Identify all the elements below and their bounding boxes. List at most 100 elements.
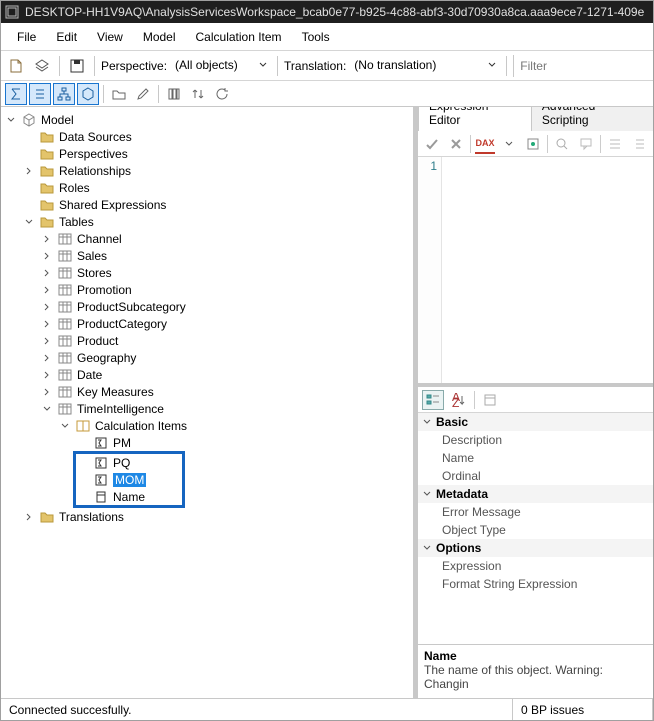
- tree-node-data-sources[interactable]: Data Sources: [23, 128, 413, 145]
- property-icon[interactable]: [523, 134, 543, 154]
- tree-node-calc-item[interactable]: PM: [77, 434, 413, 451]
- collapse-icon[interactable]: [23, 216, 35, 228]
- tree-node-calc-item[interactable]: PQ: [77, 454, 182, 471]
- tree-node-table[interactable]: Date: [41, 366, 413, 383]
- menu-edit[interactable]: Edit: [48, 26, 85, 48]
- expand-icon[interactable]: [41, 250, 53, 262]
- view-toolbar: [1, 81, 653, 107]
- expression-editor[interactable]: 1: [418, 157, 653, 387]
- sigma-icon[interactable]: [5, 83, 27, 105]
- tree-node-table[interactable]: Stores: [41, 264, 413, 281]
- prop-row-ordinal[interactable]: Ordinal: [418, 467, 653, 485]
- cube-icon[interactable]: [77, 83, 99, 105]
- chevron-down-icon[interactable]: [499, 134, 519, 154]
- table-icon: [57, 334, 73, 348]
- expand-icon[interactable]: [41, 335, 53, 347]
- dax-mode-label[interactable]: DAX: [475, 134, 495, 154]
- tree-node-shared-expressions[interactable]: Shared Expressions: [23, 196, 413, 213]
- columns-icon[interactable]: [163, 83, 185, 105]
- prop-row-description[interactable]: Description: [418, 431, 653, 449]
- sort-icon[interactable]: [187, 83, 209, 105]
- indent-icon[interactable]: [605, 134, 625, 154]
- filter-input[interactable]: Filter: [513, 55, 649, 77]
- translation-combo[interactable]: Translation: (No translation): [284, 56, 500, 75]
- tab-advanced-scripting[interactable]: Advanced Scripting: [531, 107, 653, 131]
- model-explorer[interactable]: Model Data Sources Perspectives Relation…: [1, 107, 417, 698]
- tree-node-table[interactable]: Channel: [41, 230, 413, 247]
- menu-tools[interactable]: Tools: [294, 26, 338, 48]
- prop-row-format-string-expression[interactable]: Format String Expression: [418, 575, 653, 593]
- property-pages-icon[interactable]: [479, 390, 501, 410]
- list-icon[interactable]: [29, 83, 51, 105]
- menu-calculation-item[interactable]: Calculation Item: [188, 26, 290, 48]
- prop-row-name[interactable]: Name: [418, 449, 653, 467]
- right-pane: Expression Editor Advanced Scripting DAX…: [417, 107, 653, 698]
- collapse-icon[interactable]: [5, 114, 17, 126]
- expand-icon[interactable]: [41, 352, 53, 364]
- menu-view[interactable]: View: [89, 26, 131, 48]
- expand-icon[interactable]: [41, 267, 53, 279]
- hierarchy-icon[interactable]: [53, 83, 75, 105]
- prop-row-object-type[interactable]: Object Type: [418, 521, 653, 539]
- tree-node-table[interactable]: Key Measures: [41, 383, 413, 400]
- tree-node-perspectives[interactable]: Perspectives: [23, 145, 413, 162]
- tree-node-calc-item-selected[interactable]: MOM: [77, 471, 182, 488]
- table-icon: [57, 300, 73, 314]
- tree-node-table[interactable]: Geography: [41, 349, 413, 366]
- prop-category-metadata[interactable]: Metadata: [418, 485, 653, 503]
- search-icon[interactable]: [552, 134, 572, 154]
- tree-node-table[interactable]: Sales: [41, 247, 413, 264]
- tree-node-model[interactable]: Model: [5, 111, 413, 128]
- collapse-icon[interactable]: [422, 417, 432, 427]
- accept-icon[interactable]: [422, 134, 442, 154]
- expand-icon[interactable]: [41, 318, 53, 330]
- folder-view-icon[interactable]: [108, 83, 130, 105]
- collapse-icon[interactable]: [422, 543, 432, 553]
- tree-node-calc-items[interactable]: Calculation Items: [59, 417, 413, 434]
- tree-node-table[interactable]: Promotion: [41, 281, 413, 298]
- tree-node-relationships[interactable]: Relationships: [23, 162, 413, 179]
- collapse-icon[interactable]: [59, 420, 71, 432]
- expand-icon[interactable]: [41, 369, 53, 381]
- categorized-icon[interactable]: [422, 390, 444, 410]
- category-label: Basic: [436, 415, 468, 429]
- deploy-icon[interactable]: [31, 55, 53, 77]
- property-help-text: The name of this object. Warning: Changi…: [424, 663, 647, 691]
- collapse-icon[interactable]: [41, 403, 53, 415]
- expand-icon[interactable]: [41, 386, 53, 398]
- menu-model[interactable]: Model: [135, 26, 184, 48]
- uncomment-icon[interactable]: [629, 134, 649, 154]
- tree-node-table[interactable]: Product: [41, 332, 413, 349]
- tree-node-roles[interactable]: Roles: [23, 179, 413, 196]
- comment-icon[interactable]: [576, 134, 596, 154]
- expand-icon[interactable]: [41, 233, 53, 245]
- property-grid[interactable]: Basic Description Name Ordinal Metadata …: [418, 413, 653, 644]
- window-title: DESKTOP-HH1V9AQ\AnalysisServicesWorkspac…: [25, 5, 644, 19]
- tree-node-table[interactable]: ProductCategory: [41, 315, 413, 332]
- new-file-icon[interactable]: [5, 55, 27, 77]
- refresh-icon[interactable]: [211, 83, 233, 105]
- edit-icon[interactable]: [132, 83, 154, 105]
- tree-node-table[interactable]: TimeIntelligence: [41, 400, 413, 417]
- tree-node-tables[interactable]: Tables: [23, 213, 413, 230]
- prop-category-options[interactable]: Options: [418, 539, 653, 557]
- prop-row-expression[interactable]: Expression: [418, 557, 653, 575]
- menu-file[interactable]: File: [9, 26, 44, 48]
- save-icon[interactable]: [66, 55, 88, 77]
- perspective-combo[interactable]: Perspective: (All objects): [101, 56, 271, 75]
- tree-node-table[interactable]: ProductSubcategory: [41, 298, 413, 315]
- editor-code[interactable]: [442, 157, 653, 383]
- expand-icon[interactable]: [23, 165, 35, 177]
- expand-icon[interactable]: [23, 511, 35, 523]
- chevron-down-icon: [259, 61, 267, 69]
- tab-expression-editor[interactable]: Expression Editor: [418, 107, 532, 131]
- tree-node-column[interactable]: Name: [77, 488, 182, 505]
- prop-category-basic[interactable]: Basic: [418, 413, 653, 431]
- alphabetical-icon[interactable]: AZ: [448, 390, 470, 410]
- tree-node-translations[interactable]: Translations: [23, 508, 413, 525]
- expand-icon[interactable]: [41, 301, 53, 313]
- collapse-icon[interactable]: [422, 489, 432, 499]
- expand-icon[interactable]: [41, 284, 53, 296]
- prop-row-error-message[interactable]: Error Message: [418, 503, 653, 521]
- cancel-icon[interactable]: [446, 134, 466, 154]
